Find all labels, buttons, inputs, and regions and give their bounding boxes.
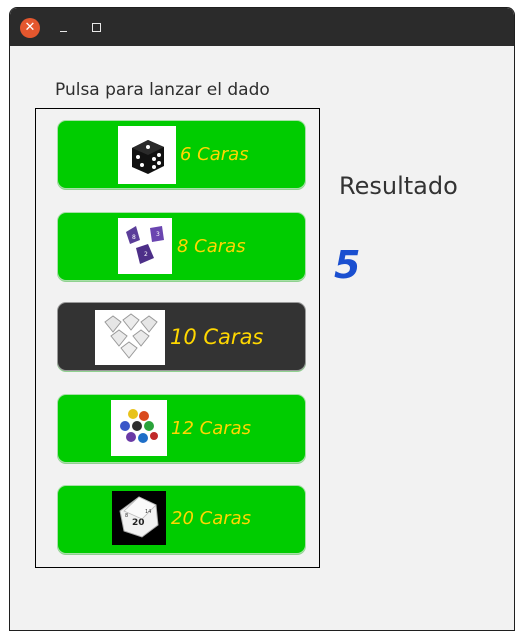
d6-dice-icon	[118, 126, 176, 184]
d12-button[interactable]: 12 Caras	[57, 394, 306, 463]
result-value: 5	[334, 243, 361, 287]
d8-dice-icon: 8 3 2	[118, 218, 172, 274]
dice-panel: 6 Caras 8 3 2 8 Caras 10 Caras 12 Caras …	[35, 108, 320, 568]
d20-dice-icon: 20 14 8	[112, 491, 166, 545]
d8-button[interactable]: 8 3 2 8 Caras	[57, 212, 306, 281]
minimize-icon[interactable]	[59, 19, 71, 37]
d6-label: 6 Caras	[180, 144, 249, 165]
d6-button[interactable]: 6 Caras	[57, 120, 306, 189]
app-window: ✕ Pulsa para lanzar el dado 6 Caras 8 3 …	[9, 7, 515, 631]
maximize-icon[interactable]	[92, 23, 101, 32]
content-area: Pulsa para lanzar el dado 6 Caras 8 3 2 …	[10, 46, 514, 630]
svg-text:20: 20	[132, 518, 145, 528]
d20-button[interactable]: 20 14 8 20 Caras	[57, 485, 306, 554]
d12-dice-icon	[111, 400, 167, 456]
d20-label: 20 Caras	[171, 508, 252, 529]
prompt-label: Pulsa para lanzar el dado	[55, 80, 270, 100]
svg-text:2: 2	[144, 251, 148, 258]
svg-text:3: 3	[156, 231, 160, 238]
svg-text:8: 8	[132, 234, 136, 241]
d12-label: 12 Caras	[171, 418, 252, 439]
d8-label: 8 Caras	[177, 236, 246, 257]
close-icon[interactable]: ✕	[20, 18, 40, 38]
result-label: Resultado	[339, 172, 458, 200]
title-bar: ✕	[10, 8, 514, 46]
svg-text:8: 8	[125, 513, 128, 519]
d10-button[interactable]: 10 Caras	[57, 302, 306, 371]
svg-text:14: 14	[145, 509, 151, 515]
d10-label: 10 Caras	[170, 325, 264, 349]
d10-dice-icon	[95, 310, 165, 365]
